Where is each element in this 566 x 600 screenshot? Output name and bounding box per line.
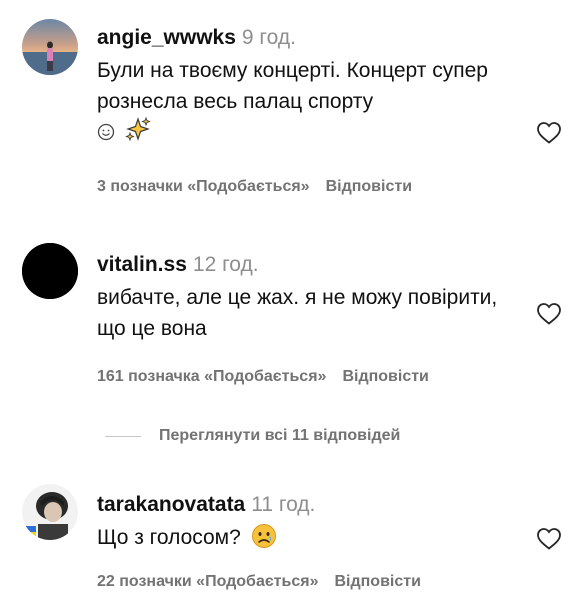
timestamp: 12 год.	[192, 253, 259, 276]
username-link[interactable]: angie_wwwks	[97, 26, 236, 49]
comment-header: angie_wwwks 9 год.	[97, 25, 517, 51]
reply-button[interactable]: Відповісти	[326, 178, 412, 195]
heart-icon[interactable]	[536, 302, 562, 326]
likes-count[interactable]: 161 позначка «Подобається»	[97, 368, 326, 385]
sparkles-emoji-icon	[124, 116, 155, 143]
username-link[interactable]: tarakanovatata	[97, 493, 245, 516]
sad-face-emoji-icon	[251, 523, 277, 558]
comment-text: Що з голосом?	[97, 526, 241, 549]
avatar[interactable]	[22, 243, 78, 299]
avatar[interactable]	[22, 484, 78, 540]
username-link[interactable]: vitalin.ss	[97, 253, 187, 276]
timestamp: 9 год.	[241, 26, 296, 49]
comment-actions: 3 позначки «Подобається» Відповісти	[97, 178, 412, 196]
comment-actions: 22 позначки «Подобається» Відповісти	[97, 573, 421, 591]
comment-text: вибачте, але це жах. я не можу повірити,…	[97, 286, 498, 340]
likes-count[interactable]: 22 позначки «Подобається»	[97, 573, 318, 590]
comment-text: Були на твоєму концерті. Концерт супер р…	[97, 59, 488, 113]
reply-button[interactable]: Відповісти	[334, 573, 420, 590]
comment-header: vitalin.ss 12 год.	[97, 252, 517, 278]
heart-icon[interactable]	[536, 121, 562, 145]
comment-actions: 161 позначка «Подобається» Відповісти	[97, 368, 429, 386]
heart-icon[interactable]	[536, 527, 562, 551]
comment-text-row: Що з голосом?	[97, 522, 517, 558]
divider-line	[105, 435, 141, 437]
comment-emoji	[97, 116, 517, 147]
comment-header: tarakanovatata 11 год.	[97, 492, 517, 518]
timestamp: 11 год.	[251, 493, 316, 516]
smile-emoji-icon	[97, 121, 125, 143]
view-replies-label: Переглянути всі 11 відповідей	[159, 427, 401, 444]
avatar[interactable]	[22, 19, 78, 75]
likes-count[interactable]: 3 позначки «Подобається»	[97, 178, 310, 195]
view-replies-button[interactable]: Переглянути всі 11 відповідей	[105, 427, 400, 449]
reply-button[interactable]: Відповісти	[342, 368, 428, 385]
